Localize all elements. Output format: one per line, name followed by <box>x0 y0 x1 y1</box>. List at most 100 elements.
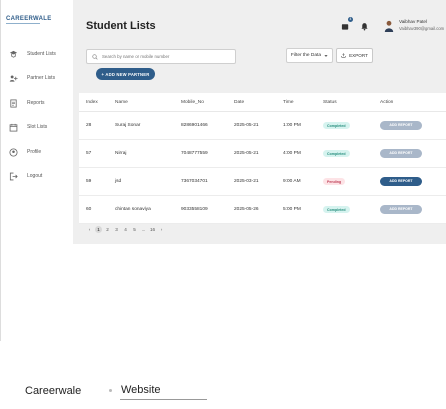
cell-mobile: 7048777559 <box>181 151 208 156</box>
cell-name: Suraj Sonar <box>115 123 141 128</box>
cell-status: Completed <box>323 206 380 213</box>
pagination-page[interactable]: 16 <box>148 227 157 232</box>
calendar-icon <box>9 123 18 132</box>
site-type: Website <box>121 384 161 396</box>
logout-icon <box>9 172 18 180</box>
sidebar-item-reports[interactable]: Reports <box>9 97 45 109</box>
cell-mobile: 8286901466 <box>181 123 208 128</box>
cell-name: chintan sonaviya <box>115 207 151 212</box>
add-new-partner-button[interactable]: + ADD NEW PARTNER <box>96 68 155 80</box>
status-badge: Completed <box>323 150 350 157</box>
cell-action: ADD REPORT <box>380 121 440 130</box>
search-box <box>86 49 236 64</box>
site-name: Careerwale <box>25 385 82 397</box>
cell-time: 9:00 AM <box>283 179 301 184</box>
cell-time: 4:00 PM <box>283 151 301 156</box>
status-badge: Completed <box>323 206 350 213</box>
pagination-prev[interactable]: ‹ <box>85 227 94 232</box>
column-header-status[interactable]: Status <box>323 100 380 105</box>
column-header-name[interactable]: Name <box>115 100 181 105</box>
filter-dropdown[interactable]: Filter the Data <box>286 48 333 63</box>
inbox-icon <box>341 24 349 30</box>
sidebar-item-label: Slot Lists <box>27 124 48 130</box>
page-title: Student Lists <box>86 20 156 32</box>
separator-dot <box>109 389 112 392</box>
students-table: Index Name Mobile_No Date Time Status Ac… <box>79 93 446 224</box>
profile-icon <box>9 147 18 157</box>
sidebar-item-label: Student Lists <box>27 51 56 57</box>
pagination-ellipsis: ... <box>141 227 146 232</box>
sidebar-item-label: Reports <box>27 100 45 106</box>
site-type-underline <box>120 399 207 400</box>
sidebar: CAREERWALE Student Lists Partner Lists R… <box>1 0 74 341</box>
pagination-page[interactable]: 2 <box>103 227 112 232</box>
cell-time: 5:00 PM <box>283 207 301 212</box>
cell-index: 60 <box>86 207 92 212</box>
user-name: Vaibhav Patel <box>399 19 428 24</box>
bell-button[interactable] <box>360 18 369 36</box>
sidebar-item-profile[interactable]: Profile <box>9 146 41 158</box>
logo[interactable]: CAREERWALE <box>6 16 52 24</box>
app-window: CAREERWALE Student Lists Partner Lists R… <box>0 0 446 341</box>
cell-action: ADD REPORT <box>380 149 440 158</box>
add-report-button[interactable]: ADD REPORT <box>380 205 422 214</box>
logo-underline <box>6 23 40 24</box>
table-row: 28 Suraj Sonar 8286901466 2025-05-21 1:0… <box>79 112 446 140</box>
table-row: 59 jsd 7367034701 2025-03-21 9:00 AM Pen… <box>79 168 446 196</box>
avatar[interactable] <box>384 20 394 32</box>
cell-mobile: 7367034701 <box>181 179 208 184</box>
logo-text: CAREERWALE <box>6 16 52 22</box>
export-button[interactable]: EXPORT <box>336 48 373 63</box>
pagination: ‹ 1 2 3 4 5 ... 16 › <box>85 226 166 233</box>
cell-date: 2025-05-21 <box>234 151 259 156</box>
sidebar-item-slot-lists[interactable]: Slot Lists <box>9 121 47 133</box>
sidebar-item-label: Profile <box>27 149 42 155</box>
sidebar-item-label: Partner Lists <box>27 75 56 81</box>
table-row: 57 Nirraj 7048777559 2025-05-21 4:00 PM … <box>79 140 446 168</box>
cell-action: ADD REPORT <box>380 177 440 186</box>
content-blank-area <box>73 244 446 341</box>
column-header-action[interactable]: Action <box>380 100 440 105</box>
cell-index: 57 <box>86 151 92 156</box>
cell-name: Nirraj <box>115 151 127 156</box>
pagination-page[interactable]: 4 <box>121 227 130 232</box>
pagination-page[interactable]: 3 <box>112 227 121 232</box>
cell-mobile: 9033558109 <box>181 207 208 212</box>
column-header-index[interactable]: Index <box>79 100 115 105</box>
cell-date: 2025-05-26 <box>234 207 259 212</box>
column-header-mobile[interactable]: Mobile_No <box>181 100 234 105</box>
cell-action: ADD REPORT <box>380 205 440 214</box>
status-badge: Pending <box>323 178 346 185</box>
sidebar-item-partner-lists[interactable]: Partner Lists <box>9 72 55 84</box>
search-input[interactable] <box>102 54 222 59</box>
add-report-button[interactable]: ADD REPORT <box>380 177 422 186</box>
pagination-page-current[interactable]: 1 <box>95 226 102 233</box>
cell-status: Pending <box>323 178 380 185</box>
notification-badge: 4 <box>348 17 353 22</box>
filter-label: Filter the Data <box>290 53 322 58</box>
export-icon <box>341 53 346 58</box>
add-report-button[interactable]: ADD REPORT <box>380 149 422 158</box>
table-row: 60 chintan sonaviya 9033558109 2025-05-2… <box>79 196 446 224</box>
search-icon <box>92 53 98 60</box>
cell-index: 28 <box>86 123 92 128</box>
main-content: Student Lists 4 Vaibhav Patel Vaibhav390… <box>73 0 446 341</box>
cell-status: Completed <box>323 122 380 129</box>
add-report-button[interactable]: ADD REPORT <box>380 121 422 130</box>
column-header-date[interactable]: Date <box>234 100 283 105</box>
user-email: Vaibhav390@gmail.com <box>399 26 445 31</box>
status-badge: Completed <box>323 122 350 129</box>
pagination-page[interactable]: 5 <box>130 227 139 232</box>
sidebar-item-student-lists[interactable]: Student Lists <box>9 48 56 60</box>
cell-status: Completed <box>323 150 380 157</box>
bell-icon <box>361 23 368 31</box>
chevron-down-icon <box>324 54 328 57</box>
table-header: Index Name Mobile_No Date Time Status Ac… <box>79 93 446 112</box>
pagination-next[interactable]: › <box>157 227 166 232</box>
sidebar-item-logout[interactable]: Logout <box>9 170 42 182</box>
cell-date: 2025-03-21 <box>234 179 259 184</box>
header-icons <box>341 18 369 36</box>
column-header-time[interactable]: Time <box>283 100 323 105</box>
export-label: EXPORT <box>349 53 368 58</box>
sidebar-item-label: Logout <box>27 173 43 179</box>
